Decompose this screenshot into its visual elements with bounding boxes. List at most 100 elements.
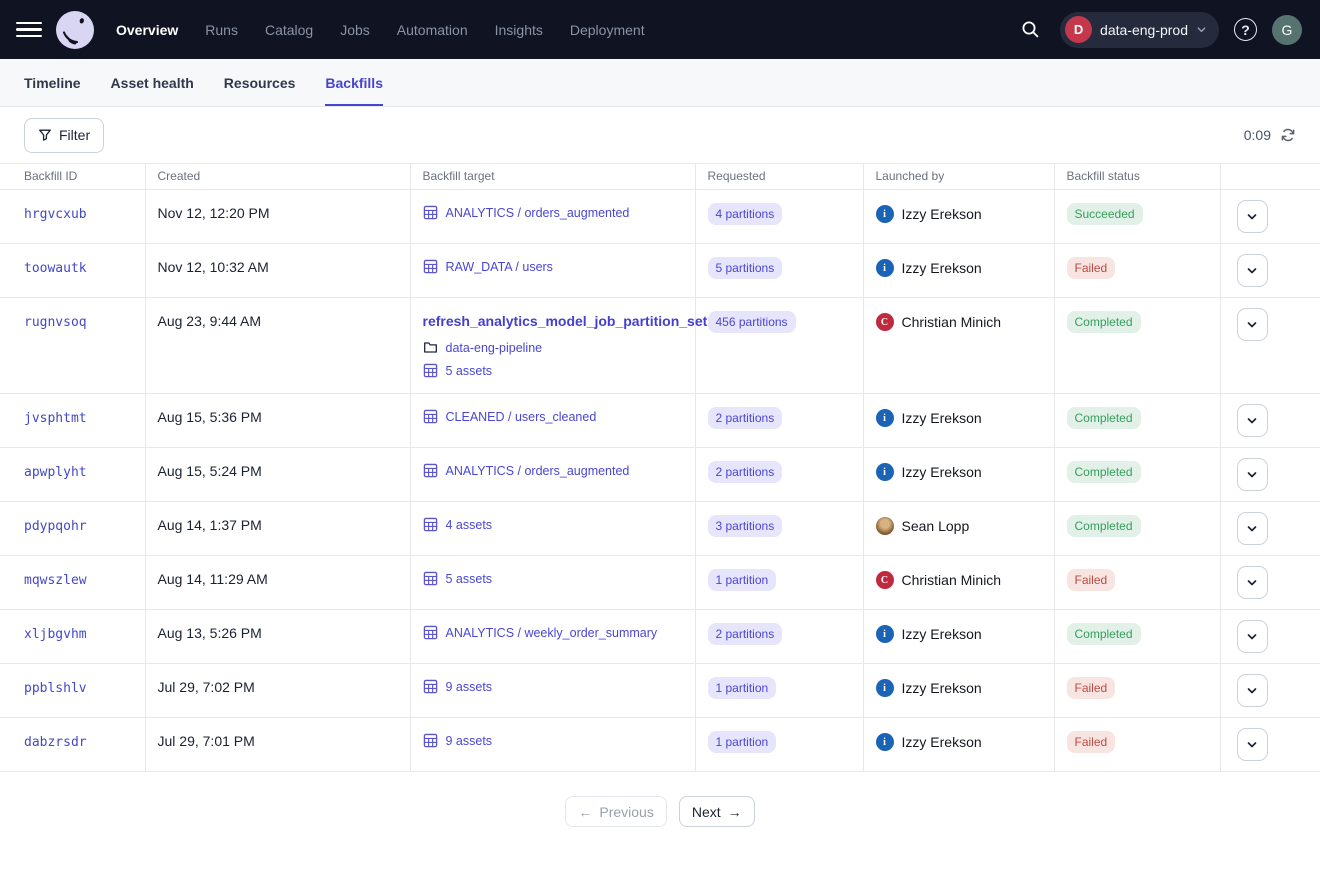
column-header-backfill-target: Backfill target (410, 164, 695, 190)
backfill-target-link[interactable]: RAW_DATA / users (446, 260, 553, 274)
requested-partitions-badge: 1 partition (708, 569, 777, 591)
tab-asset-health[interactable]: Asset health (111, 59, 194, 106)
created-timestamp: Nov 12, 12:20 PM (158, 205, 270, 221)
backfill-id-link[interactable]: dabzrsdr (24, 735, 87, 750)
backfill-target-link[interactable]: 5 assets (446, 572, 493, 586)
backfill-id-link[interactable]: xljbgvhm (24, 627, 87, 642)
backfill-target-link[interactable]: 9 assets (446, 734, 493, 748)
user-initial-avatar: i (876, 409, 894, 427)
row-actions-button[interactable] (1237, 458, 1268, 491)
backfill-id-link[interactable]: apwplyht (24, 465, 87, 480)
row-actions-button[interactable] (1237, 728, 1268, 761)
backfill-target-link[interactable]: 4 assets (446, 518, 493, 532)
next-page-button[interactable]: Next → (679, 796, 755, 827)
launched-by-name: Izzy Erekson (902, 464, 982, 480)
backfills-toolbar: Filter 0:09 (0, 107, 1320, 163)
requested-partitions-badge: 1 partition (708, 731, 777, 753)
column-header-backfill-id: Backfill ID (0, 164, 145, 190)
asset-table-icon (423, 679, 438, 694)
backfill-target-link[interactable]: ANALYTICS / weekly_order_summary (446, 626, 658, 640)
asset-table-icon (423, 733, 438, 748)
tab-backfills[interactable]: Backfills (325, 59, 383, 106)
column-header-requested: Requested (695, 164, 863, 190)
backfill-target-line: 5 assets (423, 363, 683, 378)
backfill-target-job-link[interactable]: refresh_analytics_model_job_partition_se… (423, 313, 683, 329)
backfill-target-link[interactable]: data-eng-pipeline (446, 341, 543, 355)
backfill-target-link[interactable]: 5 assets (446, 364, 493, 378)
nav-item-insights[interactable]: Insights (495, 22, 543, 38)
filter-button[interactable]: Filter (24, 118, 104, 153)
backfill-id-link[interactable]: hrgvcxub (24, 207, 87, 222)
user-initial-avatar: C (876, 313, 894, 331)
backfill-status-badge: Completed (1067, 623, 1141, 645)
row-actions-button[interactable] (1237, 308, 1268, 341)
launched-by-name: Izzy Erekson (902, 260, 982, 276)
row-actions-button[interactable] (1237, 674, 1268, 707)
backfill-target-link[interactable]: ANALYTICS / orders_augmented (446, 464, 630, 478)
user-initial-avatar: i (876, 733, 894, 751)
navbar-right: D data-eng-prod ? G (1015, 12, 1302, 48)
hamburger-icon[interactable] (16, 17, 42, 43)
launched-by-name: Christian Minich (902, 314, 1002, 330)
asset-table-icon (423, 205, 438, 220)
nav-item-automation[interactable]: Automation (397, 22, 468, 38)
row-actions-button[interactable] (1237, 200, 1268, 233)
help-icon[interactable]: ? (1234, 18, 1257, 41)
asset-table-icon (423, 409, 438, 424)
backfill-target-link[interactable]: CLEANED / users_cleaned (446, 410, 597, 424)
pagination: ← Previous Next → (0, 796, 1320, 827)
chevron-down-icon (1246, 523, 1258, 535)
user-initial-avatar: i (876, 259, 894, 277)
deployment-switcher[interactable]: D data-eng-prod (1060, 12, 1219, 48)
table-row: ppblshlvJul 29, 7:02 PM9 assets1 partiti… (0, 664, 1320, 718)
launched-by-user: iIzzy Erekson (876, 409, 1042, 427)
created-timestamp: Nov 12, 10:32 AM (158, 259, 269, 275)
row-actions-button[interactable] (1237, 566, 1268, 599)
nav-item-runs[interactable]: Runs (205, 22, 238, 38)
user-avatar[interactable]: G (1272, 15, 1302, 45)
chevron-down-icon (1246, 211, 1258, 223)
backfill-id-link[interactable]: mqwszlew (24, 573, 87, 588)
dagster-logo[interactable] (56, 11, 94, 49)
row-actions-button[interactable] (1237, 620, 1268, 653)
launched-by-user: iIzzy Erekson (876, 733, 1042, 751)
table-row: rugnvsoqAug 23, 9:44 AMrefresh_analytics… (0, 298, 1320, 394)
column-header-actions (1220, 164, 1320, 190)
chevron-down-icon (1246, 265, 1258, 277)
tab-timeline[interactable]: Timeline (24, 59, 81, 106)
filter-funnel-icon (38, 128, 52, 142)
backfill-target-link[interactable]: ANALYTICS / orders_augmented (446, 206, 630, 220)
backfill-id-link[interactable]: ppblshlv (24, 681, 87, 696)
created-timestamp: Aug 15, 5:24 PM (158, 463, 262, 479)
column-header-launched-by: Launched by (863, 164, 1054, 190)
search-icon[interactable] (1015, 15, 1045, 45)
nav-item-deployment[interactable]: Deployment (570, 22, 645, 38)
arrow-right-icon: → (728, 804, 742, 820)
backfill-target-line: 9 assets (423, 733, 683, 748)
launched-by-name: Izzy Erekson (902, 206, 982, 222)
backfill-id-link[interactable]: rugnvsoq (24, 315, 87, 330)
filter-label: Filter (59, 127, 90, 143)
launched-by-user: iIzzy Erekson (876, 625, 1042, 643)
tab-resources[interactable]: Resources (224, 59, 296, 106)
row-actions-button[interactable] (1237, 404, 1268, 437)
nav-item-jobs[interactable]: Jobs (340, 22, 370, 38)
user-initial-avatar: i (876, 463, 894, 481)
nav-item-overview[interactable]: Overview (116, 22, 178, 38)
row-actions-button[interactable] (1237, 512, 1268, 545)
backfill-target-link[interactable]: 9 assets (446, 680, 493, 694)
refresh-icon[interactable] (1280, 127, 1296, 143)
backfill-id-link[interactable]: jvsphtmt (24, 411, 87, 426)
requested-partitions-badge: 2 partitions (708, 407, 783, 429)
previous-page-button[interactable]: ← Previous (565, 796, 666, 827)
requested-partitions-badge: 5 partitions (708, 257, 783, 279)
backfill-id-link[interactable]: toowautk (24, 261, 87, 276)
row-actions-button[interactable] (1237, 254, 1268, 287)
table-row: mqwszlewAug 14, 11:29 AM5 assets1 partit… (0, 556, 1320, 610)
nav-item-catalog[interactable]: Catalog (265, 22, 313, 38)
deployment-name: data-eng-prod (1100, 22, 1188, 38)
backfill-target-line: 4 assets (423, 517, 683, 532)
backfill-target-line: CLEANED / users_cleaned (423, 409, 683, 424)
backfill-id-link[interactable]: pdypqohr (24, 519, 87, 534)
launched-by-user: C Christian Minich (876, 313, 1042, 331)
